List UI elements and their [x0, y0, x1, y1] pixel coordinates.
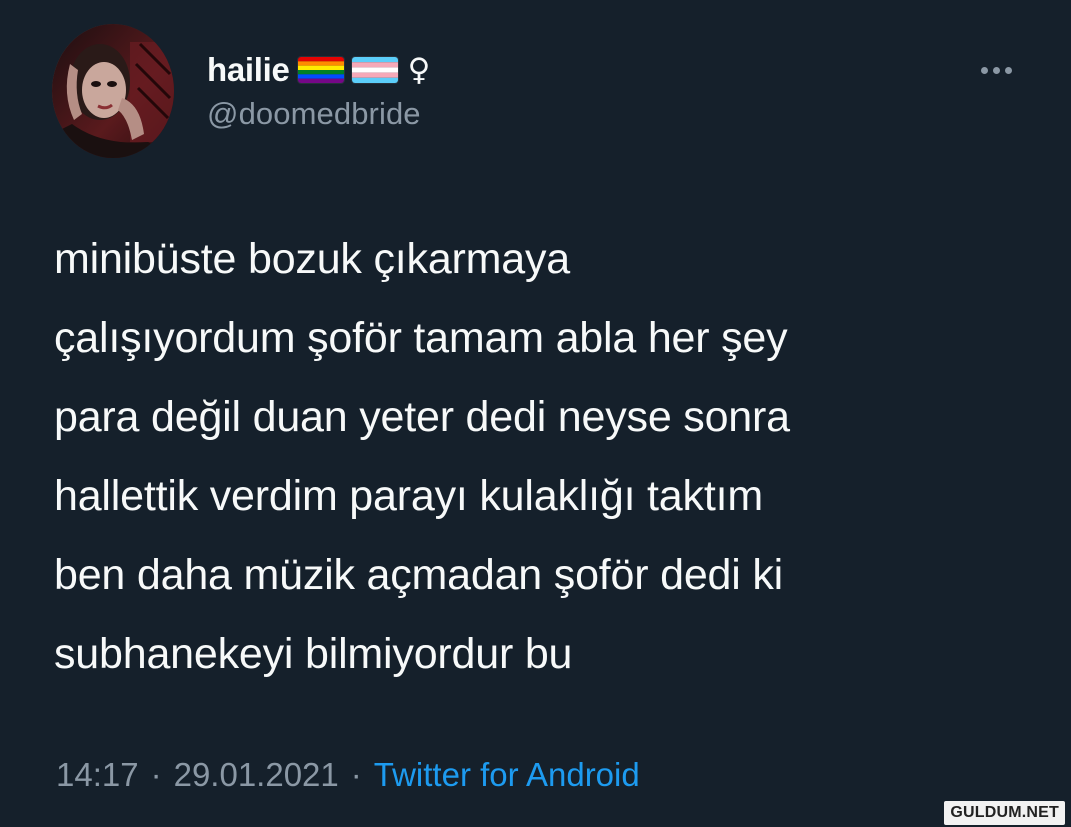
- tweet-date[interactable]: 29.01.2021: [174, 756, 339, 794]
- rainbow-flag-icon: [297, 57, 344, 83]
- female-sign-icon: ♀: [407, 51, 431, 88]
- tweet-meta: 14:17 · 29.01.2021 · Twitter for Android: [56, 756, 640, 794]
- author-handle[interactable]: @doomedbride: [207, 96, 421, 132]
- more-dot: [1004, 66, 1012, 74]
- meta-separator: ·: [350, 756, 362, 793]
- more-icon[interactable]: [976, 60, 1016, 80]
- author-name-row[interactable]: hailie ♀: [207, 48, 430, 92]
- avatar[interactable]: [52, 24, 174, 158]
- tweet-text: minibüste bozuk çıkarmaya çalışıyordum ş…: [54, 235, 790, 678]
- avatar-photo-icon: [52, 24, 174, 158]
- more-dot: [992, 66, 1000, 74]
- meta-separator: ·: [150, 756, 162, 793]
- watermark: GULDUM.NET: [944, 801, 1065, 825]
- transgender-flag-icon: [351, 57, 398, 83]
- tweet-card: hailie ♀ @doomedbride minibüste bozuk çı…: [0, 0, 1071, 827]
- display-name[interactable]: hailie: [207, 51, 290, 89]
- tweet-source-link[interactable]: Twitter for Android: [374, 756, 640, 794]
- tweet-time[interactable]: 14:17: [56, 756, 139, 794]
- more-dot: [980, 66, 988, 74]
